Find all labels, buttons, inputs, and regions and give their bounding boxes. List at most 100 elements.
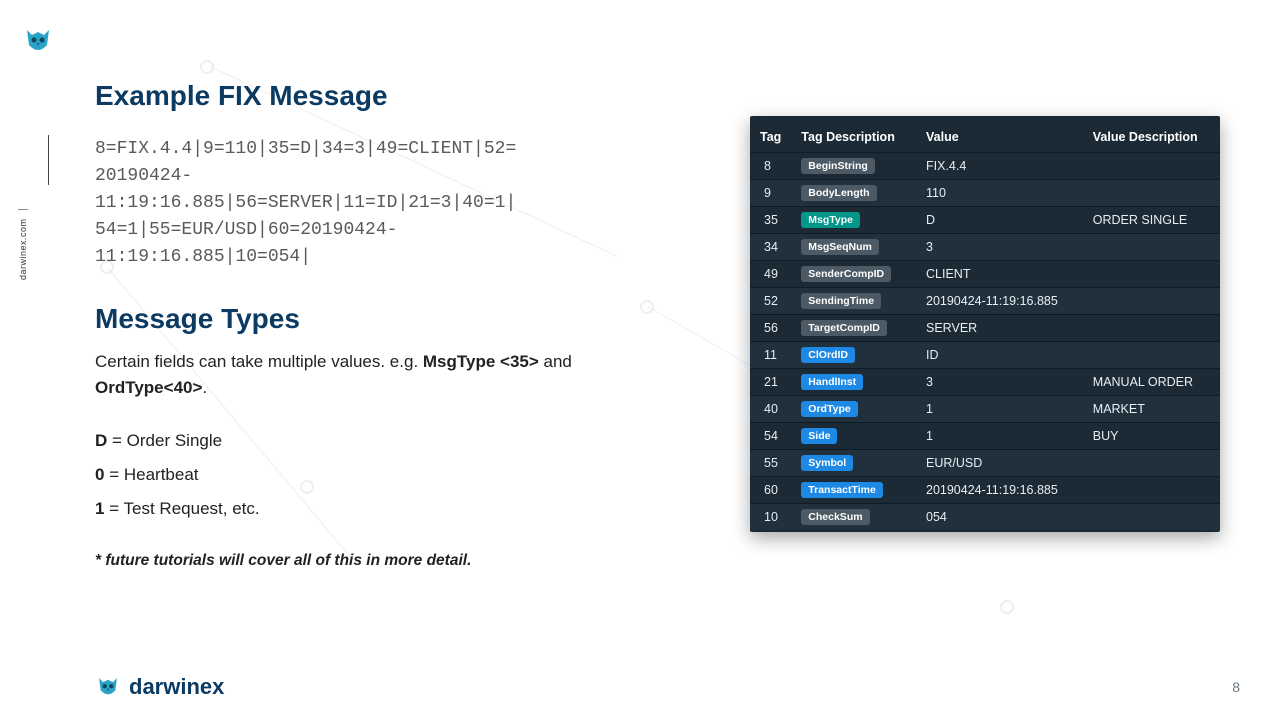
cell-value: EUR/USD [916, 450, 1083, 477]
types-intro-bold1: MsgType <35> [423, 352, 539, 371]
cell-tagdesc: SendingTime [791, 288, 916, 315]
table-row: 10 CheckSum 054 [750, 504, 1220, 531]
table-row: 21HandlInst3MANUAL ORDER [750, 369, 1220, 396]
cell-tagdesc: MsgSeqNum [791, 234, 916, 261]
fix-line: 11:19:16.885|10=054| [95, 244, 615, 271]
rail-site-label: darwinex.com [18, 209, 28, 280]
cell-value: CLIENT [916, 261, 1083, 288]
fix-line: 11:19:16.885|56=SERVER|11=ID|21=3|40=1| [95, 190, 615, 217]
cell-tag: 21 [750, 369, 791, 396]
tag-chip: Side [801, 428, 837, 444]
tag-chip: MsgType [801, 212, 860, 228]
table-row: 35 MsgType DORDER SINGLE [750, 207, 1220, 234]
cell-tag: 8 [750, 153, 791, 180]
table-row: 9BodyLength110 [750, 180, 1220, 207]
slide-footer: darwinex 8 [95, 674, 1240, 700]
cell-tag: 10 [750, 504, 791, 531]
rail-divider [48, 135, 49, 185]
types-intro: Certain fields can take multiple values.… [95, 349, 635, 400]
cell-tag: 11 [750, 342, 791, 369]
cell-valuedesc: BUY [1083, 423, 1220, 450]
cell-valuedesc [1083, 315, 1220, 342]
table-row: 54 Side 1BUY [750, 423, 1220, 450]
cell-tag: 49 [750, 261, 791, 288]
cell-valuedesc [1083, 288, 1220, 315]
tag-chip: TargetCompID [801, 320, 887, 336]
type-key: D [95, 431, 107, 450]
cell-tag: 40 [750, 396, 791, 423]
fix-table: Tag Tag Description Value Value Descript… [750, 122, 1220, 530]
cell-tag: 9 [750, 180, 791, 207]
brand-name: darwinex [129, 674, 224, 700]
cell-tagdesc: TargetCompID [791, 315, 916, 342]
cell-value: 3 [916, 234, 1083, 261]
table-row: 52SendingTime20190424-11:19:16.885 [750, 288, 1220, 315]
cell-valuedesc [1083, 261, 1220, 288]
cell-tagdesc: TransactTime [791, 477, 916, 504]
cell-valuedesc: MANUAL ORDER [1083, 369, 1220, 396]
fix-message-code: 8=FIX.4.4|9=110|35=D|34=3|49=CLIENT|52= … [95, 136, 615, 271]
tag-chip: TransactTime [801, 482, 883, 498]
cell-valuedesc [1083, 153, 1220, 180]
cell-tag: 55 [750, 450, 791, 477]
cell-value: 054 [916, 504, 1083, 531]
table-row: 40OrdType1MARKET [750, 396, 1220, 423]
cell-valuedesc [1083, 180, 1220, 207]
cell-tagdesc: OrdType [791, 396, 916, 423]
cell-tagdesc: BodyLength [791, 180, 916, 207]
types-intro-pre: Certain fields can take multiple values.… [95, 352, 423, 371]
types-intro-bold2: OrdType<40> [95, 378, 202, 397]
cell-tagdesc: ClOrdID [791, 342, 916, 369]
type-val: = Test Request, etc. [104, 499, 259, 518]
table-row: 56TargetCompIDSERVER [750, 315, 1220, 342]
cell-tagdesc: Side [791, 423, 916, 450]
cell-tag: 56 [750, 315, 791, 342]
cell-valuedesc [1083, 450, 1220, 477]
type-val: = Order Single [107, 431, 222, 450]
tag-chip: SenderCompID [801, 266, 891, 282]
table-row: 8 BeginString FIX.4.4 [750, 153, 1220, 180]
cell-tagdesc: SenderCompID [791, 261, 916, 288]
cell-tagdesc: HandlInst [791, 369, 916, 396]
tag-chip: BeginString [801, 158, 875, 174]
cell-valuedesc [1083, 504, 1220, 531]
tag-chip: SendingTime [801, 293, 881, 309]
cell-tag: 35 [750, 207, 791, 234]
cell-value: 1 [916, 396, 1083, 423]
footnote: * future tutorials will cover all of thi… [95, 552, 1240, 570]
types-intro-mid: and [539, 352, 572, 371]
cell-tagdesc: Symbol [791, 450, 916, 477]
th-tag: Tag [750, 122, 791, 153]
fix-line: 8=FIX.4.4|9=110|35=D|34=3|49=CLIENT|52= [95, 136, 615, 163]
cell-valuedesc: ORDER SINGLE [1083, 207, 1220, 234]
fix-table-header-row: Tag Tag Description Value Value Descript… [750, 122, 1220, 153]
table-row: 49 SenderCompID CLIENT [750, 261, 1220, 288]
tag-chip: MsgSeqNum [801, 239, 879, 255]
cell-tagdesc: CheckSum [791, 504, 916, 531]
cell-valuedesc [1083, 234, 1220, 261]
tag-chip: CheckSum [801, 509, 869, 525]
page-number: 8 [1232, 679, 1240, 695]
cell-value: FIX.4.4 [916, 153, 1083, 180]
cell-value: 3 [916, 369, 1083, 396]
fix-line: 54=1|55=EUR/USD|60=20190424- [95, 217, 615, 244]
cell-value: 20190424-11:19:16.885 [916, 288, 1083, 315]
owl-icon [22, 25, 54, 57]
cell-value: 110 [916, 180, 1083, 207]
cell-tag: 54 [750, 423, 791, 450]
cell-tagdesc: MsgType [791, 207, 916, 234]
brand: darwinex [95, 674, 224, 700]
table-row: 60 TransactTime 20190424-11:19:16.885 [750, 477, 1220, 504]
types-intro-post: . [202, 378, 207, 397]
cell-valuedesc [1083, 342, 1220, 369]
cell-value: 1 [916, 423, 1083, 450]
th-tagdesc: Tag Description [791, 122, 916, 153]
cell-value: D [916, 207, 1083, 234]
cell-tag: 60 [750, 477, 791, 504]
cell-valuedesc: MARKET [1083, 396, 1220, 423]
type-val: = Heartbeat [104, 465, 198, 484]
table-row: 11ClOrdIDID [750, 342, 1220, 369]
slide-content: Example FIX Message 8=FIX.4.4|9=110|35=D… [95, 80, 1240, 680]
cell-value: ID [916, 342, 1083, 369]
cell-value: 20190424-11:19:16.885 [916, 477, 1083, 504]
